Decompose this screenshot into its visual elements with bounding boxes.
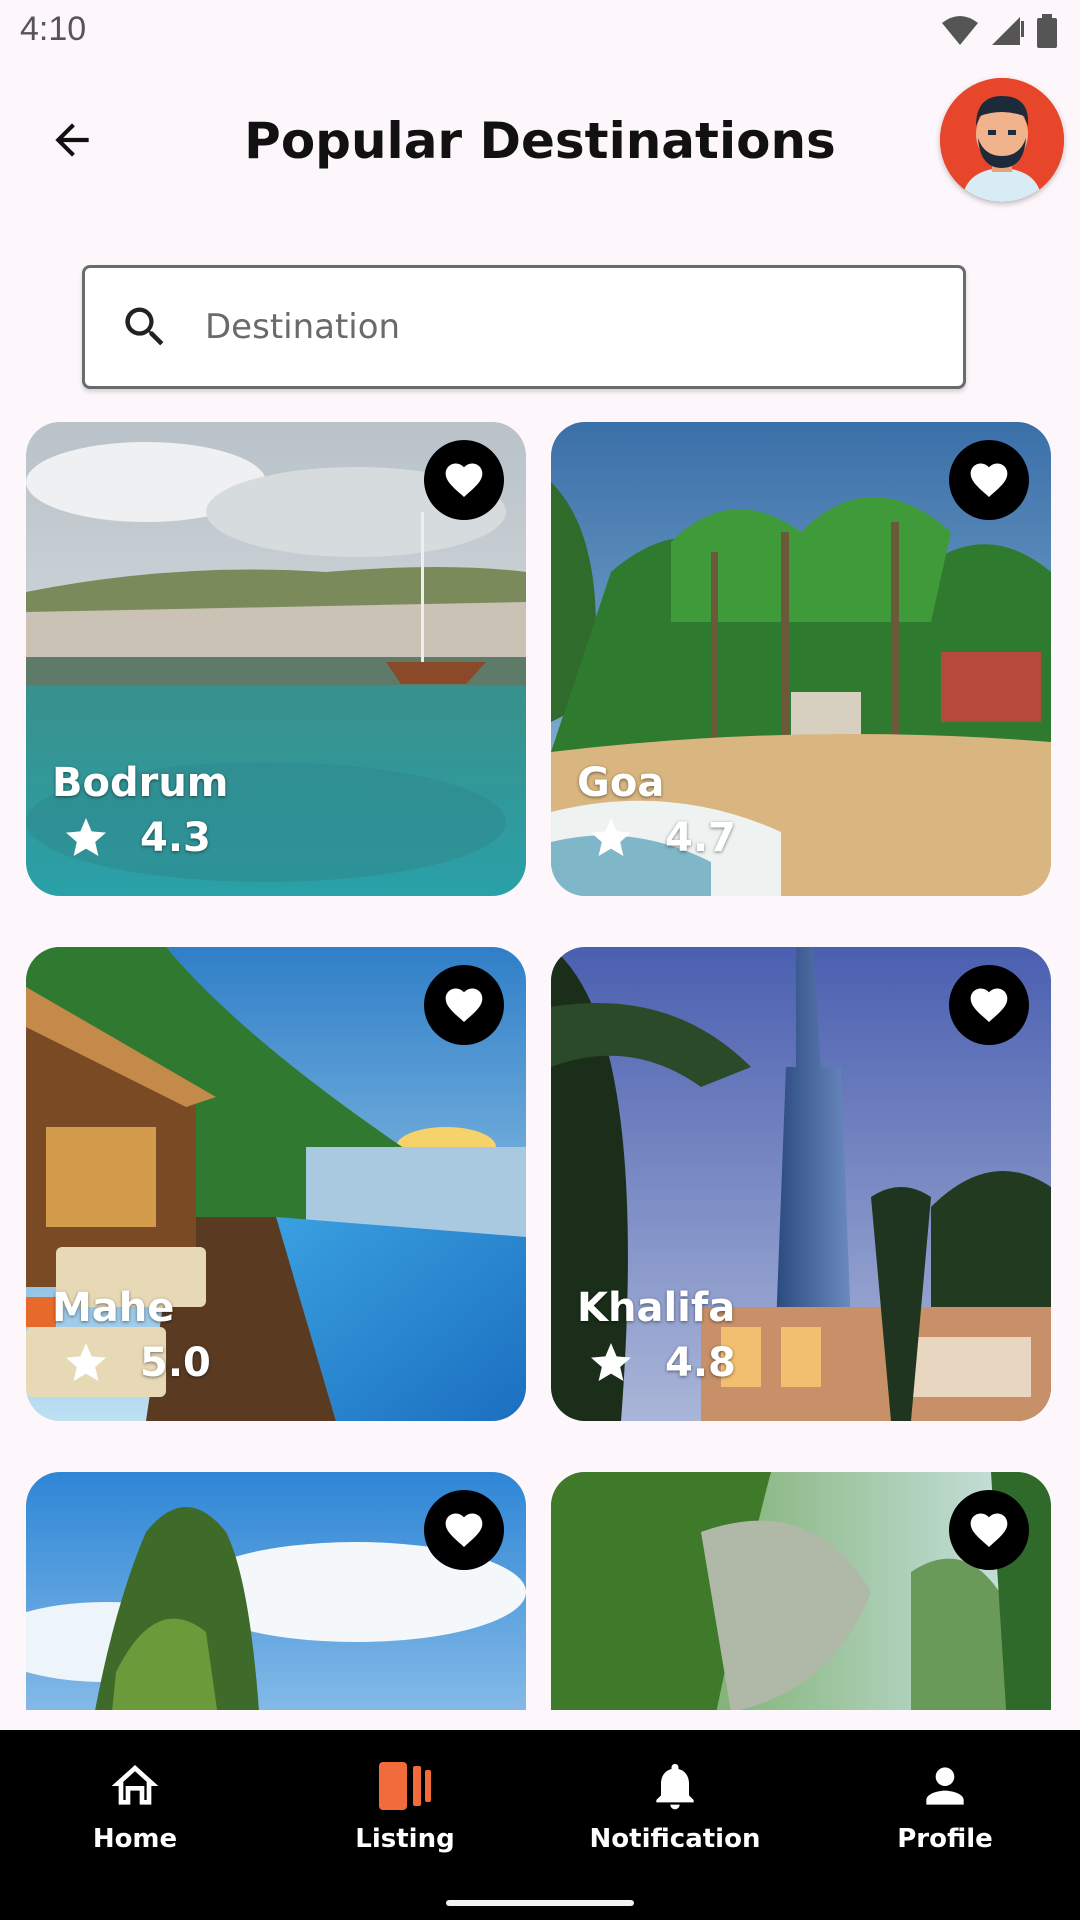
nav-label: Home: [92, 1824, 178, 1854]
app-bar: Popular Destinations: [0, 64, 1080, 224]
favorite-button[interactable]: [949, 440, 1029, 520]
destination-rating: 4.3: [140, 815, 211, 861]
avatar-icon: [940, 78, 1064, 202]
destination-card-5[interactable]: [26, 1472, 526, 1710]
heart-icon: [445, 1513, 483, 1548]
favorite-button[interactable]: [424, 1490, 504, 1570]
nav-label: Listing: [355, 1824, 455, 1854]
favorite-button[interactable]: [949, 1490, 1029, 1570]
favorite-button[interactable]: [424, 440, 504, 520]
star-icon: [591, 1343, 631, 1381]
listing-icon: [379, 1762, 431, 1810]
heart-icon: [970, 463, 1008, 498]
bell-icon: [656, 1763, 694, 1810]
heart-icon: [970, 1513, 1008, 1548]
destination-rating: 4.7: [665, 815, 736, 861]
star-icon: [591, 818, 631, 856]
nav-item-profile[interactable]: Profile: [810, 1756, 1080, 1854]
home-icon: [111, 1765, 159, 1805]
rating-row: 4.8: [587, 1339, 736, 1387]
nav-label: Notification: [589, 1824, 761, 1854]
star-icon: [66, 818, 106, 856]
status-icons: [940, 14, 1058, 48]
signal-icon: [992, 17, 1024, 45]
search-input[interactable]: [203, 306, 907, 348]
star-icon: [66, 1343, 106, 1381]
nav-item-listing[interactable]: Listing: [270, 1756, 540, 1854]
destination-grid[interactable]: Bodrum 4.3 Goa 4.7 Mahe 5.0 Khalifa 4.8: [0, 420, 1080, 1710]
destination-card-goa[interactable]: Goa 4.7: [551, 422, 1051, 896]
destination-name: Khalifa: [577, 1285, 736, 1331]
destination-card-6[interactable]: [551, 1472, 1051, 1710]
destination-name: Goa: [577, 760, 665, 806]
avatar[interactable]: [940, 78, 1064, 202]
heart-icon: [970, 988, 1008, 1023]
rating-row: 5.0: [62, 1339, 211, 1387]
destination-card-khalifa[interactable]: Khalifa 4.8: [551, 947, 1051, 1421]
status-time: 4:10: [20, 10, 87, 48]
wifi-icon: [942, 16, 978, 45]
heart-icon: [445, 463, 483, 498]
page-title: Popular Destinations: [244, 112, 836, 170]
status-bar: 4:10: [0, 0, 1080, 64]
destination-card-bodrum[interactable]: Bodrum 4.3: [26, 422, 526, 896]
bottom-nav: Home Listing Notification Profile: [0, 1730, 1080, 1920]
favorite-button[interactable]: [424, 965, 504, 1045]
nav-item-notification[interactable]: Notification: [540, 1756, 810, 1854]
heart-icon: [445, 988, 483, 1023]
search-icon: [119, 299, 175, 355]
rating-row: 4.7: [587, 814, 736, 862]
favorite-button[interactable]: [949, 965, 1029, 1045]
destination-name: Mahe: [52, 1285, 175, 1331]
rating-row: 4.3: [62, 814, 211, 862]
nav-label: Profile: [897, 1824, 993, 1854]
destination-card-mahe[interactable]: Mahe 5.0: [26, 947, 526, 1421]
home-indicator: [446, 1900, 634, 1906]
nav-item-home[interactable]: Home: [0, 1756, 270, 1854]
battery-icon: [1037, 14, 1057, 48]
destination-name: Bodrum: [52, 760, 229, 806]
person-icon: [926, 1767, 964, 1805]
destination-rating: 5.0: [140, 1340, 211, 1386]
destination-rating: 4.8: [665, 1340, 736, 1386]
search-box[interactable]: [82, 265, 966, 389]
